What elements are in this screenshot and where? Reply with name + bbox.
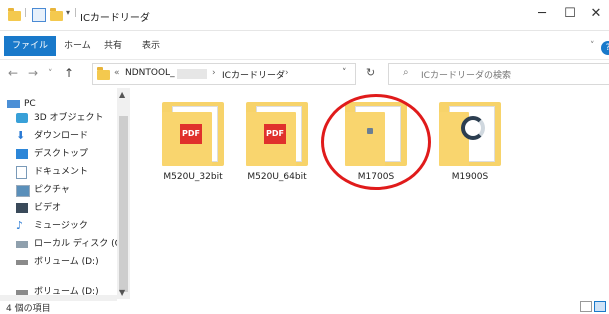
folder-icon: PDF [246,102,308,166]
drive-icon [16,241,28,248]
address-overflow[interactable]: « [114,68,120,78]
details-view-icon[interactable] [580,301,592,312]
forward-button[interactable]: → [28,66,38,80]
pictures-icon [16,185,30,197]
folder-name: M1900S [451,172,489,182]
quick-access-dropdown-icon[interactable]: ▾ [66,8,70,22]
music-icon: ♪ [16,219,24,232]
folder-icon: PDF [162,102,224,166]
search-placeholder: ICカードリーダの検索 [421,71,511,81]
minimize-button[interactable]: ─ [530,6,554,24]
scroll-up-icon[interactable]: ▲ [119,90,125,99]
tab-file[interactable]: ファイル [4,36,57,56]
pdf-icon: PDF [180,124,202,144]
download-icon: ⬇ [16,129,26,142]
folder-item[interactable]: PDF M520U_32bit [148,96,238,196]
properties-icon[interactable] [32,8,46,22]
back-button[interactable]: ← [8,66,18,80]
folder-name: M520U_32bit [163,172,223,182]
tab-view[interactable]: 表示 [134,36,168,56]
close-button[interactable]: ✕ [584,6,608,24]
tab-home[interactable]: ホーム [56,36,99,56]
pdf-icon: PDF [264,124,286,144]
tab-share[interactable]: 共有 [96,36,130,56]
search-icon: ⌕ [403,67,409,78]
scroll-down-icon[interactable]: ▼ [119,288,125,297]
item-count: 4 個の項目 [6,304,51,314]
status-bar: 4 個の項目 [0,300,609,314]
new-folder-icon[interactable] [50,8,63,21]
up-button[interactable]: ↑ [64,66,74,80]
scrollbar-thumb[interactable] [119,116,128,292]
document-icon [16,166,27,179]
desktop-icon [16,149,28,159]
address-bar[interactable]: « NDNTOOL_ › ICカードリーダ › [92,63,356,85]
video-icon [16,203,28,213]
separator: | [24,8,28,18]
search-box[interactable]: ⌕ ICカードリーダの検索 [388,63,609,85]
redacted-text [177,69,207,79]
help-icon[interactable]: ? [601,41,609,55]
breadcrumb-ndntool[interactable]: NDNTOOL_ [125,68,175,78]
recent-locations-button[interactable]: ˅ [48,69,53,79]
folder-item[interactable]: PDF M520U_64bit [232,96,322,196]
folder-icon [97,67,110,80]
drive-icon [16,260,28,265]
separator: | [74,8,78,18]
navigation-bar: ← → ˅ ↑ « NDNTOOL_ › ICカードリーダ › ˅ ↻ ⌕ IC… [0,59,609,88]
breadcrumb-separator: › [212,68,216,78]
navigation-scrollbar[interactable]: ▲ ▼ [117,88,130,299]
ribbon-expand-icon[interactable]: ˅ [582,36,603,56]
refresh-icon[interactable]: ↻ [366,66,375,79]
folder-icon [439,102,501,166]
address-dropdown-icon[interactable]: ˅ [342,68,347,78]
maximize-button[interactable]: ☐ [558,6,582,24]
3d-objects-icon [16,113,28,123]
large-icons-view-icon[interactable] [594,301,606,312]
ribbon-tabs: ファイル ホーム 共有 表示 ˅ [0,36,609,58]
title-bar: | ▾ | ICカードリーダ ─ ☐ ✕ [0,0,609,31]
highlight-circle [321,94,431,190]
breadcrumb-separator: › [285,68,289,78]
breadcrumb-icreader[interactable]: ICカードリーダ [222,68,285,81]
window-title: ICカードリーダ [80,13,150,24]
folder-icon [8,8,21,21]
folder-name: M520U_64bit [247,172,307,182]
app-icon [461,116,485,140]
navigation-pane: PC 3D オブジェクト ⬇ ダウンロード デスクトップ ドキュメント ピクチャ… [0,88,130,299]
pc-icon [7,100,20,108]
folder-item[interactable]: M1900S [425,96,515,196]
